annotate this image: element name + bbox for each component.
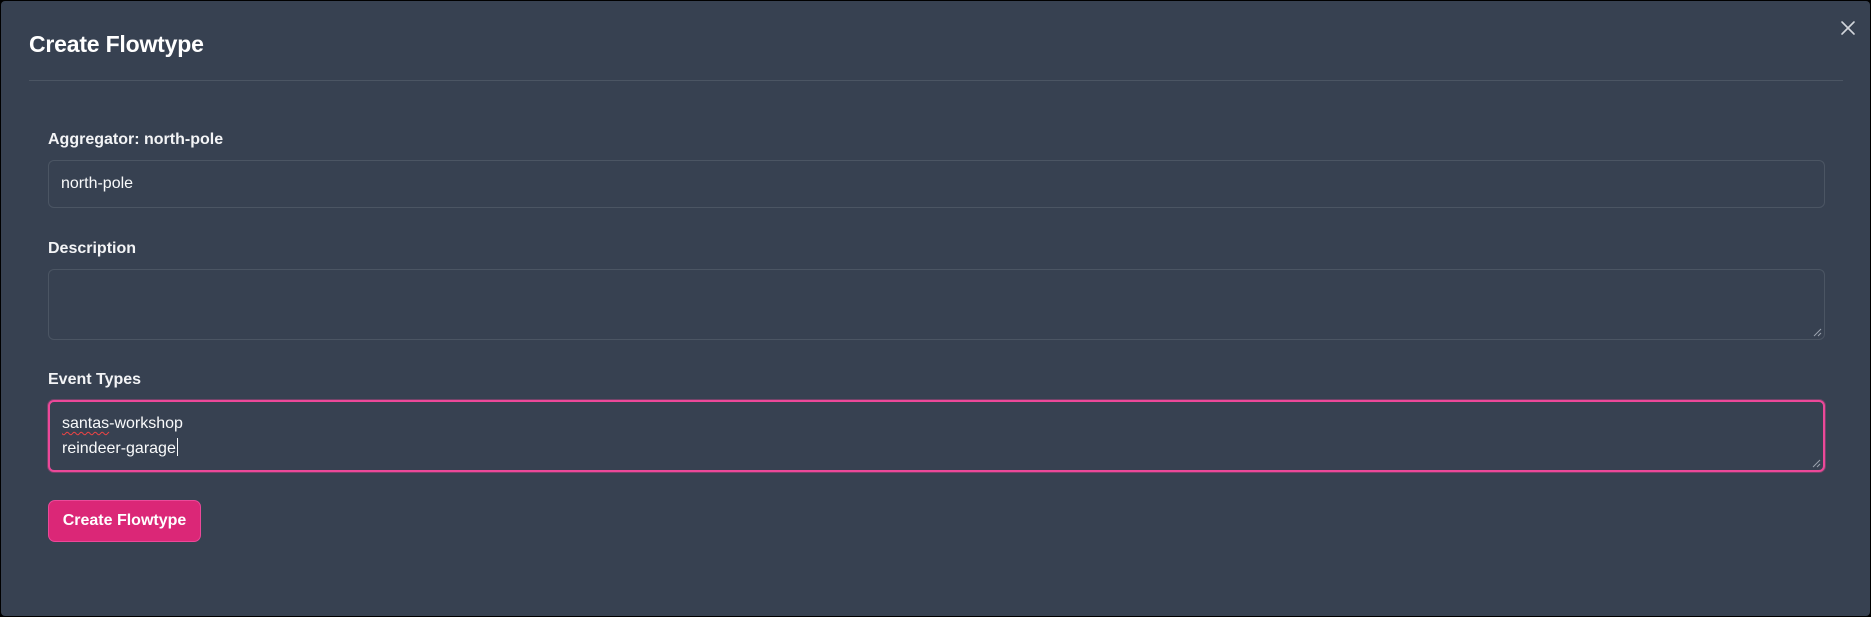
resize-grip-icon[interactable] xyxy=(1812,327,1822,337)
modal-title: Create Flowtype xyxy=(29,31,204,57)
event-type-line: santas-workshop xyxy=(62,415,183,433)
event-types-label: Event Types xyxy=(48,371,142,388)
text-caret xyxy=(176,438,178,456)
aggregator-input-value: north-pole xyxy=(61,175,134,192)
event-types-textarea[interactable]: santas-workshop reindeer-garage xyxy=(48,400,1825,472)
create-flowtype-button[interactable]: Create Flowtype xyxy=(48,500,201,542)
event-type-line-text: reindeer-garage xyxy=(62,440,176,457)
aggregator-label: Aggregator: north-pole xyxy=(48,131,224,148)
event-type-line-rest: -workshop xyxy=(109,415,183,432)
aggregator-input[interactable]: north-pole xyxy=(48,160,1825,208)
description-label: Description xyxy=(48,240,137,257)
modal-header: Create Flowtype xyxy=(29,1,1843,81)
close-icon xyxy=(1841,21,1855,35)
create-flowtype-modal: Create Flowtype Aggregator: north-pole n… xyxy=(1,1,1870,616)
close-button[interactable] xyxy=(1837,17,1859,39)
spellcheck-underline: santas xyxy=(62,415,110,432)
description-textarea[interactable] xyxy=(48,269,1825,340)
event-type-line: reindeer-garage xyxy=(62,438,178,458)
resize-grip-icon[interactable] xyxy=(1811,458,1821,468)
